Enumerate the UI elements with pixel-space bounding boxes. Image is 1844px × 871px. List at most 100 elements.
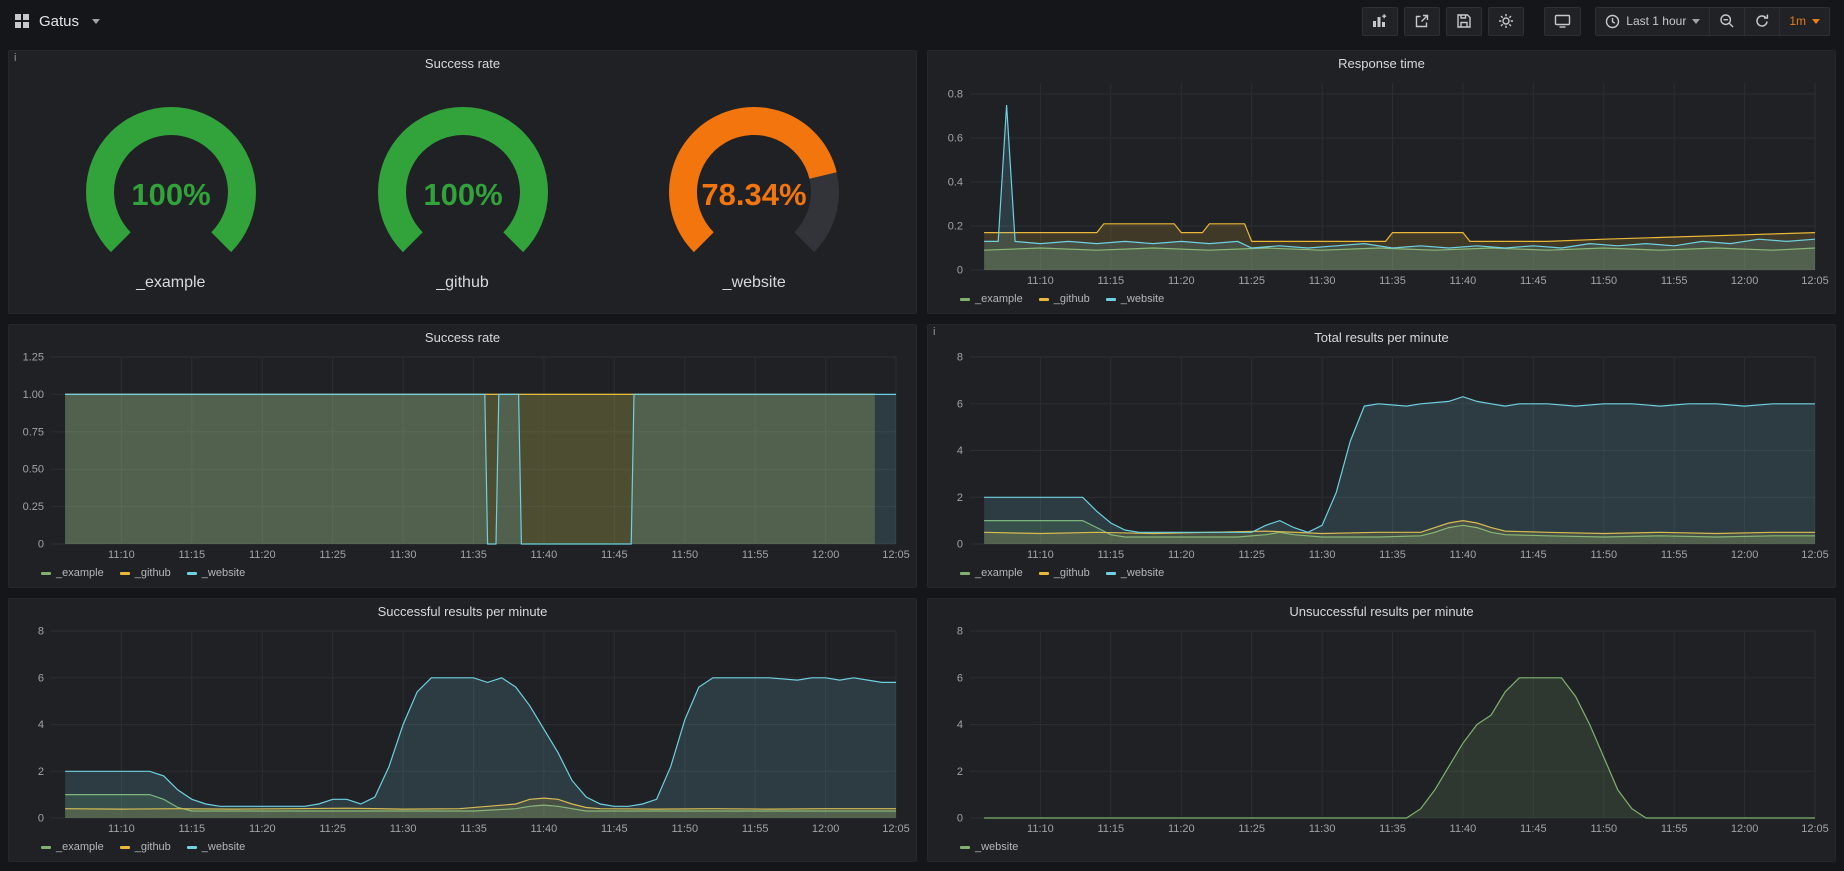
panel-title[interactable]: Success rate: [9, 325, 916, 349]
svg-text:0.25: 0.25: [23, 501, 44, 513]
svg-text:11:15: 11:15: [1097, 823, 1124, 835]
svg-text:11:55: 11:55: [742, 549, 769, 561]
svg-text:8: 8: [957, 352, 963, 364]
legend-item[interactable]: _example: [41, 841, 104, 853]
svg-text:11:20: 11:20: [1168, 275, 1195, 287]
dashboard-grid-icon[interactable]: [14, 13, 30, 29]
response-time-chart[interactable]: 00.20.40.60.811:1011:1511:2011:2511:3011…: [936, 75, 1827, 289]
svg-text:11:20: 11:20: [1168, 823, 1195, 835]
legend-item[interactable]: _website: [1106, 293, 1164, 305]
success-rate-chart[interactable]: 00.250.500.751.001.2511:1011:1511:2011:2…: [17, 349, 908, 563]
gauge-label: _website: [723, 274, 786, 292]
chart-legend: _example _github _website: [9, 563, 916, 587]
panel-success-rate-gauges: i Success rate 100%_example100%_github78…: [8, 50, 917, 314]
refresh-interval-button[interactable]: 1m: [1780, 7, 1830, 36]
legend-item[interactable]: _example: [41, 567, 104, 579]
dashboard-title[interactable]: Gatus: [39, 13, 79, 30]
navbar-actions: Last 1 hour 1m: [1362, 7, 1830, 36]
time-range-label: Last 1 hour: [1626, 14, 1686, 28]
panel-title[interactable]: Total results per minute: [928, 325, 1835, 349]
svg-text:11:50: 11:50: [1590, 275, 1617, 287]
svg-text:11:35: 11:35: [1379, 549, 1406, 561]
settings-button[interactable]: [1488, 7, 1524, 36]
svg-text:4: 4: [38, 719, 44, 731]
chart-canvas[interactable]: 0246811:1011:1511:2011:2511:3011:3511:40…: [936, 349, 1827, 563]
save-icon: [1456, 13, 1472, 29]
zoom-out-button[interactable]: [1710, 7, 1745, 36]
unsuccessful-results-chart[interactable]: 0246811:1011:1511:2011:2511:3011:3511:40…: [936, 623, 1827, 837]
successful-results-chart[interactable]: 0246811:1011:1511:2011:2511:3011:3511:40…: [17, 623, 908, 837]
total-results-chart[interactable]: 0246811:1011:1511:2011:2511:3011:3511:40…: [936, 349, 1827, 563]
svg-text:0.8: 0.8: [948, 89, 963, 101]
legend-item[interactable]: _github: [1039, 293, 1090, 305]
svg-text:11:50: 11:50: [671, 549, 698, 561]
svg-text:11:15: 11:15: [1097, 275, 1124, 287]
svg-text:0.4: 0.4: [948, 177, 963, 189]
svg-text:1.25: 1.25: [23, 352, 44, 364]
legend-item[interactable]: _example: [960, 567, 1023, 579]
svg-text:11:55: 11:55: [742, 823, 769, 835]
svg-text:6: 6: [957, 672, 963, 684]
svg-text:0: 0: [38, 539, 44, 551]
share-button[interactable]: [1404, 7, 1440, 36]
info-icon[interactable]: i: [14, 52, 16, 64]
svg-text:11:30: 11:30: [390, 823, 417, 835]
chart-canvas[interactable]: 0246811:1011:1511:2011:2511:3011:3511:40…: [936, 623, 1827, 837]
tv-mode-button[interactable]: [1544, 7, 1581, 36]
svg-text:78.34%: 78.34%: [702, 177, 807, 212]
caret-down-icon[interactable]: [92, 19, 100, 24]
save-button[interactable]: [1446, 7, 1482, 36]
refresh-interval-label: 1m: [1789, 14, 1806, 28]
svg-text:8: 8: [38, 626, 44, 638]
legend-item[interactable]: _example: [960, 293, 1023, 305]
dashboard-grid: i Success rate 100%_example100%_github78…: [0, 42, 1844, 870]
panel-title-text: Success rate: [425, 330, 500, 345]
svg-text:0: 0: [957, 539, 963, 551]
legend-item[interactable]: _website: [187, 841, 245, 853]
refresh-button[interactable]: [1745, 7, 1780, 36]
svg-text:11:45: 11:45: [601, 549, 628, 561]
svg-text:11:40: 11:40: [1450, 823, 1477, 835]
chart-canvas[interactable]: 00.250.500.751.001.2511:1011:1511:2011:2…: [17, 349, 908, 563]
svg-text:11:35: 11:35: [1379, 275, 1406, 287]
legend-item[interactable]: _website: [1106, 567, 1164, 579]
panel-title[interactable]: Unsuccessful results per minute: [928, 599, 1835, 623]
svg-text:12:00: 12:00: [1731, 823, 1759, 835]
panel-title[interactable]: Success rate: [9, 51, 916, 75]
chart-canvas[interactable]: 00.20.40.60.811:1011:1511:2011:2511:3011…: [936, 75, 1827, 289]
panel-title-text: Response time: [1338, 56, 1425, 71]
svg-text:11:20: 11:20: [249, 823, 276, 835]
time-range-button[interactable]: Last 1 hour: [1595, 7, 1710, 36]
panel-unsuccessful-results: Unsuccessful results per minute 0246811:…: [927, 598, 1836, 862]
svg-text:11:35: 11:35: [460, 823, 487, 835]
caret-down-icon: [1812, 19, 1820, 24]
svg-text:11:25: 11:25: [1238, 823, 1265, 835]
gauge-_website: 78.34% _website: [624, 102, 884, 292]
svg-text:11:55: 11:55: [1661, 275, 1688, 287]
navbar-left: Gatus: [14, 13, 100, 30]
svg-text:12:00: 12:00: [812, 549, 840, 561]
legend-item[interactable]: _github: [120, 841, 171, 853]
panel-title-text: Unsuccessful results per minute: [1289, 604, 1473, 619]
add-panel-button[interactable]: [1362, 7, 1398, 36]
tv-icon: [1554, 13, 1571, 29]
legend-item[interactable]: _github: [1039, 567, 1090, 579]
svg-text:2: 2: [957, 766, 963, 778]
panel-title[interactable]: Successful results per minute: [9, 599, 916, 623]
svg-text:12:05: 12:05: [1801, 275, 1829, 287]
legend-item[interactable]: _website: [187, 567, 245, 579]
svg-text:11:30: 11:30: [1309, 823, 1336, 835]
chart-legend: _website: [928, 837, 1835, 861]
svg-text:11:45: 11:45: [1520, 275, 1547, 287]
svg-text:11:35: 11:35: [460, 549, 487, 561]
svg-text:11:15: 11:15: [178, 823, 205, 835]
panel-successful-results: Successful results per minute 0246811:10…: [8, 598, 917, 862]
svg-text:11:25: 11:25: [1238, 549, 1265, 561]
chart-canvas[interactable]: 0246811:1011:1511:2011:2511:3011:3511:40…: [17, 623, 908, 837]
panel-title[interactable]: Response time: [928, 51, 1835, 75]
legend-item[interactable]: _github: [120, 567, 171, 579]
legend-item[interactable]: _website: [960, 841, 1018, 853]
svg-text:11:45: 11:45: [601, 823, 628, 835]
info-icon[interactable]: i: [933, 326, 935, 338]
panel-total-results: i Total results per minute 0246811:1011:…: [927, 324, 1836, 588]
